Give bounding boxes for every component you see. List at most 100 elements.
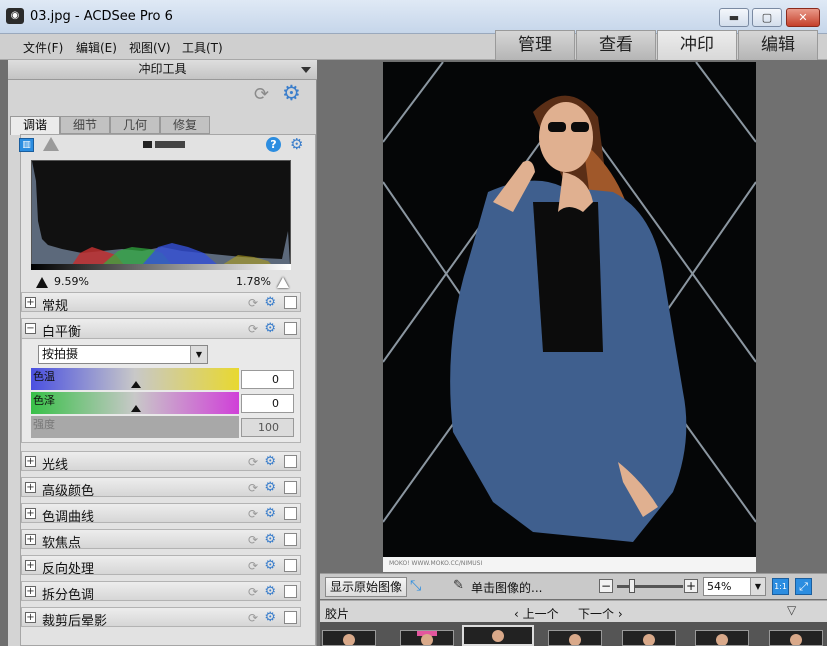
strength-slider[interactable]: 强度 100	[31, 416, 294, 440]
enable-checkbox[interactable]	[284, 296, 297, 309]
collapse-icon[interactable]: −	[25, 323, 36, 334]
minimize-button[interactable]: ▬	[719, 8, 749, 27]
expand-icon[interactable]: +	[25, 456, 36, 467]
enable-checkbox[interactable]	[284, 322, 297, 335]
gear-icon[interactable]: ⚙	[264, 480, 276, 495]
chevron-down-icon[interactable]: ▼	[190, 346, 207, 363]
histogram-channel-icon[interactable]: ▥	[19, 138, 34, 152]
tint-value-input[interactable]: 0	[241, 394, 294, 413]
zoom-level-select[interactable]: 54% ▼	[703, 577, 766, 596]
tab-detail[interactable]: 细节	[60, 116, 110, 134]
filmstrip-thumbnail[interactable]	[622, 630, 676, 646]
reset-icon[interactable]: ⟳	[248, 296, 258, 310]
filmstrip-thumbnail[interactable]	[695, 630, 749, 646]
chevron-down-icon[interactable]: ▼	[750, 578, 765, 595]
help-icon[interactable]: ?	[266, 137, 281, 152]
section-soft-focus[interactable]: + 软焦点 ⟳ ⚙	[21, 529, 301, 551]
menu-file[interactable]: 文件(F)	[23, 39, 63, 56]
enable-checkbox[interactable]	[284, 611, 297, 624]
show-original-button[interactable]: 显示原始图像	[325, 577, 408, 597]
enable-checkbox[interactable]	[284, 559, 297, 572]
reset-icon[interactable]: ⟳	[248, 322, 258, 336]
panel-menu-arrow-icon[interactable]	[301, 67, 311, 73]
temperature-value-input[interactable]: 0	[241, 370, 294, 389]
close-button[interactable]: ✕	[786, 8, 820, 27]
highlight-clip-warning-icon[interactable]	[276, 276, 289, 288]
enable-checkbox[interactable]	[284, 481, 297, 494]
reset-icon[interactable]: ⟳	[248, 481, 258, 495]
tab-repair[interactable]: 修复	[160, 116, 210, 134]
strength-value-input[interactable]: 100	[241, 418, 294, 437]
reset-icon[interactable]: ⟳	[248, 533, 258, 547]
zoom-in-button[interactable]: +	[684, 579, 698, 593]
reset-icon[interactable]: ⟳	[248, 507, 258, 521]
expand-icon[interactable]: +	[25, 534, 36, 545]
expand-icon[interactable]: +	[25, 508, 36, 519]
gear-icon[interactable]: ⚙	[264, 610, 276, 625]
reset-icon[interactable]: ⟳	[248, 585, 258, 599]
tint-handle[interactable]	[131, 405, 141, 412]
gear-icon[interactable]: ⚙	[264, 321, 276, 336]
mode-tab-develop[interactable]: 冲印	[657, 30, 737, 60]
temperature-slider[interactable]: 色温 0	[31, 368, 294, 392]
gear-icon[interactable]: ⚙	[264, 506, 276, 521]
section-lighting[interactable]: + 光线 ⟳ ⚙	[21, 451, 301, 473]
strength-bar[interactable]	[31, 416, 239, 438]
tab-geometry[interactable]: 几何	[110, 116, 160, 134]
filmstrip-thumbnail[interactable]	[769, 630, 823, 646]
expand-icon[interactable]: +	[25, 560, 36, 571]
filmstrip-thumbnail[interactable]	[322, 630, 376, 646]
previous-image-button[interactable]: ‹ 上一个	[514, 605, 559, 622]
section-general[interactable]: + 常规 ⟳ ⚙	[21, 292, 301, 314]
eyedropper-icon[interactable]: ✎	[453, 578, 464, 593]
tab-tune[interactable]: 调谐	[10, 116, 60, 135]
enable-checkbox[interactable]	[284, 507, 297, 520]
mode-tab-view[interactable]: 查看	[576, 30, 656, 60]
reset-icon[interactable]: ⟳	[248, 455, 258, 469]
filmstrip-thumbnail-selected[interactable]	[462, 625, 534, 646]
section-advanced-color[interactable]: + 高级颜色 ⟳ ⚙	[21, 477, 301, 499]
expand-icon[interactable]: +	[25, 297, 36, 308]
expand-icon[interactable]: +	[25, 586, 36, 597]
tint-slider[interactable]: 色泽 0	[31, 392, 294, 416]
menu-tools[interactable]: 工具(T)	[182, 39, 223, 56]
brush-tool-icon[interactable]	[143, 141, 185, 148]
section-white-balance[interactable]: − 白平衡 ⟳ ⚙	[21, 318, 301, 340]
reset-icon[interactable]: ⟳	[248, 611, 258, 625]
temperature-handle[interactable]	[131, 381, 141, 388]
filmstrip-thumbnail[interactable]	[548, 630, 602, 646]
gear-icon[interactable]: ⚙	[264, 295, 276, 310]
next-image-button[interactable]: 下一个 ›	[578, 605, 623, 622]
reset-icon[interactable]: ⟳	[248, 559, 258, 573]
section-tone-curves[interactable]: + 色调曲线 ⟳ ⚙	[21, 503, 301, 525]
maximize-button[interactable]: ▢	[752, 8, 782, 27]
zoom-slider[interactable]	[617, 579, 683, 593]
expand-icon[interactable]: +	[25, 482, 36, 493]
section-cross-process[interactable]: + 反向处理 ⟳ ⚙	[21, 555, 301, 577]
mode-tab-manage[interactable]: 管理	[495, 30, 575, 60]
enable-checkbox[interactable]	[284, 455, 297, 468]
white-balance-preset-select[interactable]: 按拍摄 ▼	[38, 345, 208, 364]
gear-icon[interactable]: ⚙	[264, 584, 276, 599]
section-split-tone[interactable]: + 拆分色调 ⟳ ⚙	[21, 581, 301, 603]
gear-icon[interactable]: ⚙	[264, 532, 276, 547]
enable-checkbox[interactable]	[284, 533, 297, 546]
photo-preview[interactable]: MOKO! WWW.MOKO.CC/NIMUSI	[383, 62, 756, 572]
menu-view[interactable]: 视图(V)	[129, 39, 171, 56]
zoom-out-button[interactable]: −	[599, 579, 613, 593]
panel-settings-gear-icon[interactable]: ⚙	[282, 81, 301, 105]
actual-size-button[interactable]: 1:1	[772, 578, 789, 595]
mode-tab-edit[interactable]: 编辑	[738, 30, 818, 60]
clipping-warning-icon[interactable]	[43, 137, 59, 151]
panel-reset-icon[interactable]: ⟳	[254, 84, 269, 105]
gear-icon[interactable]: ⚙	[264, 454, 276, 469]
shadow-clip-warning-icon[interactable]	[36, 276, 48, 288]
histogram-settings-gear-icon[interactable]: ⚙	[290, 135, 303, 153]
filmstrip-collapse-icon[interactable]: ▽	[787, 603, 796, 617]
enable-checkbox[interactable]	[284, 585, 297, 598]
fit-to-window-icon[interactable]: ⤢	[795, 578, 812, 595]
fit-image-icon[interactable]: ⤡	[410, 578, 421, 594]
section-post-crop-vignette[interactable]: + 裁剪后晕影 ⟳ ⚙	[21, 607, 301, 629]
menu-edit[interactable]: 编辑(E)	[76, 39, 117, 56]
expand-icon[interactable]: +	[25, 612, 36, 623]
